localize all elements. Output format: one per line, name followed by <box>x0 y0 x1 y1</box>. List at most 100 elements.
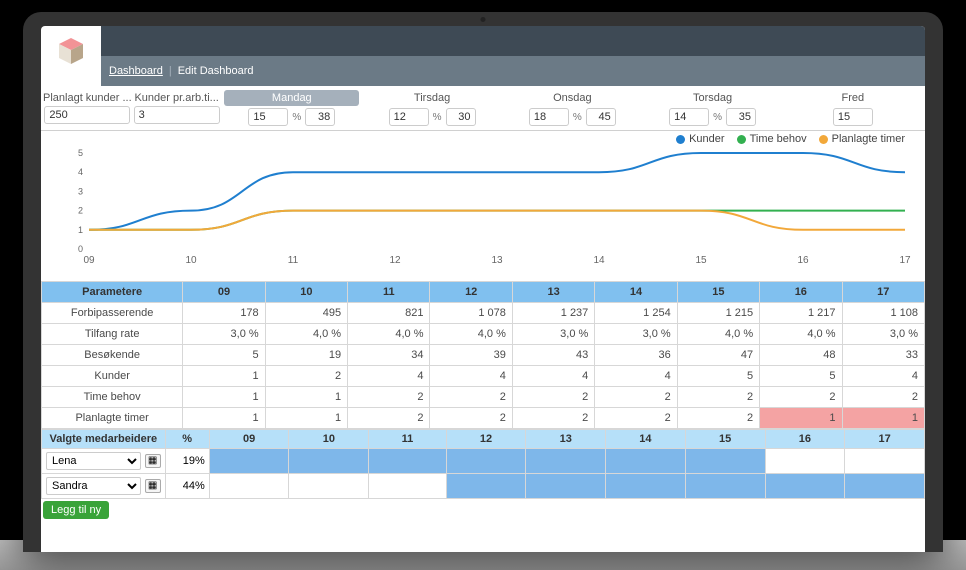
day-value-1[interactable] <box>248 108 288 126</box>
percent-label: % <box>711 112 724 123</box>
day-value-1[interactable] <box>389 108 429 126</box>
staff-header-pct: % <box>165 430 209 449</box>
calendar-icon[interactable]: ▦ <box>145 454 161 468</box>
svg-text:09: 09 <box>83 255 95 266</box>
day-column: Onsdag% <box>502 90 642 126</box>
staff-name-cell: Lena ▦ <box>42 449 166 474</box>
schedule-cell[interactable] <box>209 449 289 474</box>
param-cell: 1 <box>842 408 924 429</box>
schedule-cell[interactable] <box>845 474 925 499</box>
staff-select[interactable]: Lena <box>46 452 141 470</box>
calendar-icon[interactable]: ▦ <box>145 479 161 493</box>
param-cell: 4 <box>430 366 512 387</box>
hour-header: 17 <box>842 282 924 303</box>
param-name: Kunder <box>42 366 183 387</box>
param-cell: 4,0 % <box>265 324 347 345</box>
param-name: Time behov <box>42 387 183 408</box>
schedule-cell[interactable] <box>289 474 369 499</box>
day-column: Fred <box>783 90 923 126</box>
param-cell: 4 <box>595 366 677 387</box>
planned-customers-input[interactable] <box>44 106 130 124</box>
top-header: Dashboard | Edit Dashboard <box>41 26 925 86</box>
param-cell: 43 <box>512 345 594 366</box>
svg-text:14: 14 <box>593 255 605 266</box>
add-new-button[interactable]: Legg til ny <box>43 501 109 519</box>
staff-hour-header: 14 <box>606 430 686 449</box>
day-value-1[interactable] <box>529 108 569 126</box>
svg-text:4: 4 <box>78 167 83 177</box>
param-cell: 2 <box>677 408 759 429</box>
schedule-cell[interactable] <box>446 474 526 499</box>
parameters-table: Parametere091011121314151617Forbipassere… <box>41 281 925 429</box>
schedule-cell[interactable] <box>209 474 289 499</box>
schedule-cell[interactable] <box>289 449 369 474</box>
schedule-cell[interactable] <box>526 474 606 499</box>
day-value-1[interactable] <box>833 108 873 126</box>
staff-hour-header: 16 <box>765 430 845 449</box>
hour-header: 16 <box>760 282 842 303</box>
schedule-cell[interactable] <box>369 474 446 499</box>
schedule-cell[interactable] <box>446 449 526 474</box>
schedule-cell[interactable] <box>606 449 686 474</box>
param-cell: 4 <box>512 366 594 387</box>
param-cell: 1 <box>265 408 347 429</box>
staff-hour-header: 15 <box>685 430 765 449</box>
hour-header: 09 <box>183 282 265 303</box>
day-column: Torsdag% <box>642 90 782 126</box>
customers-per-hour-input[interactable] <box>134 106 220 124</box>
staff-hour-header: 12 <box>446 430 526 449</box>
schedule-cell[interactable] <box>526 449 606 474</box>
hour-header: 11 <box>348 282 430 303</box>
day-tab[interactable]: Mandag <box>224 90 359 106</box>
param-cell: 1 <box>760 408 842 429</box>
param-cell: 821 <box>348 303 430 324</box>
schedule-cell[interactable] <box>369 449 446 474</box>
param-cell: 2 <box>348 408 430 429</box>
title-bar <box>101 26 925 56</box>
app-logo <box>41 26 101 86</box>
day-value-2[interactable] <box>305 108 335 126</box>
param-cell: 2 <box>760 387 842 408</box>
day-tab[interactable]: Tirsdag <box>365 90 500 106</box>
schedule-cell[interactable] <box>765 474 845 499</box>
schedule-cell[interactable] <box>845 449 925 474</box>
day-value-2[interactable] <box>726 108 756 126</box>
percent-label: % <box>431 112 444 123</box>
param-cell: 36 <box>595 345 677 366</box>
param-cell: 1 <box>183 408 265 429</box>
percent-label: % <box>571 112 584 123</box>
schedule-cell[interactable] <box>685 449 765 474</box>
schedule-cell[interactable] <box>606 474 686 499</box>
hour-header: 13 <box>512 282 594 303</box>
staff-select[interactable]: Sandra <box>46 477 141 495</box>
day-value-1[interactable] <box>669 108 709 126</box>
svg-text:10: 10 <box>185 255 197 266</box>
nav-bar: Dashboard | Edit Dashboard <box>101 56 925 86</box>
tab-edit-dashboard[interactable]: Edit Dashboard <box>178 65 254 77</box>
param-cell: 1 237 <box>512 303 594 324</box>
day-value-2[interactable] <box>446 108 476 126</box>
schedule-cell[interactable] <box>685 474 765 499</box>
tab-dashboard[interactable]: Dashboard <box>109 65 163 77</box>
staff-hour-header: 13 <box>526 430 606 449</box>
svg-text:5: 5 <box>78 148 83 158</box>
day-column: Mandag% <box>222 90 362 126</box>
day-tab[interactable]: Fred <box>786 90 921 106</box>
param-cell: 33 <box>842 345 924 366</box>
staff-pct: 44% <box>165 474 209 499</box>
param-name: Tilfang rate <box>42 324 183 345</box>
day-value-2[interactable] <box>586 108 616 126</box>
param-cell: 3,0 % <box>183 324 265 345</box>
staff-header-label: Valgte medarbeidere <box>42 430 166 449</box>
chart-svg: 012345091011121314151617 <box>67 137 915 267</box>
param-cell: 1 108 <box>842 303 924 324</box>
day-tab[interactable]: Onsdag <box>505 90 640 106</box>
param-cell: 39 <box>430 345 512 366</box>
param-cell: 1 217 <box>760 303 842 324</box>
param-header: Parametere <box>42 282 183 303</box>
schedule-cell[interactable] <box>765 449 845 474</box>
param-cell: 19 <box>265 345 347 366</box>
param-cell: 4 <box>348 366 430 387</box>
param-cell: 495 <box>265 303 347 324</box>
day-tab[interactable]: Torsdag <box>645 90 780 106</box>
